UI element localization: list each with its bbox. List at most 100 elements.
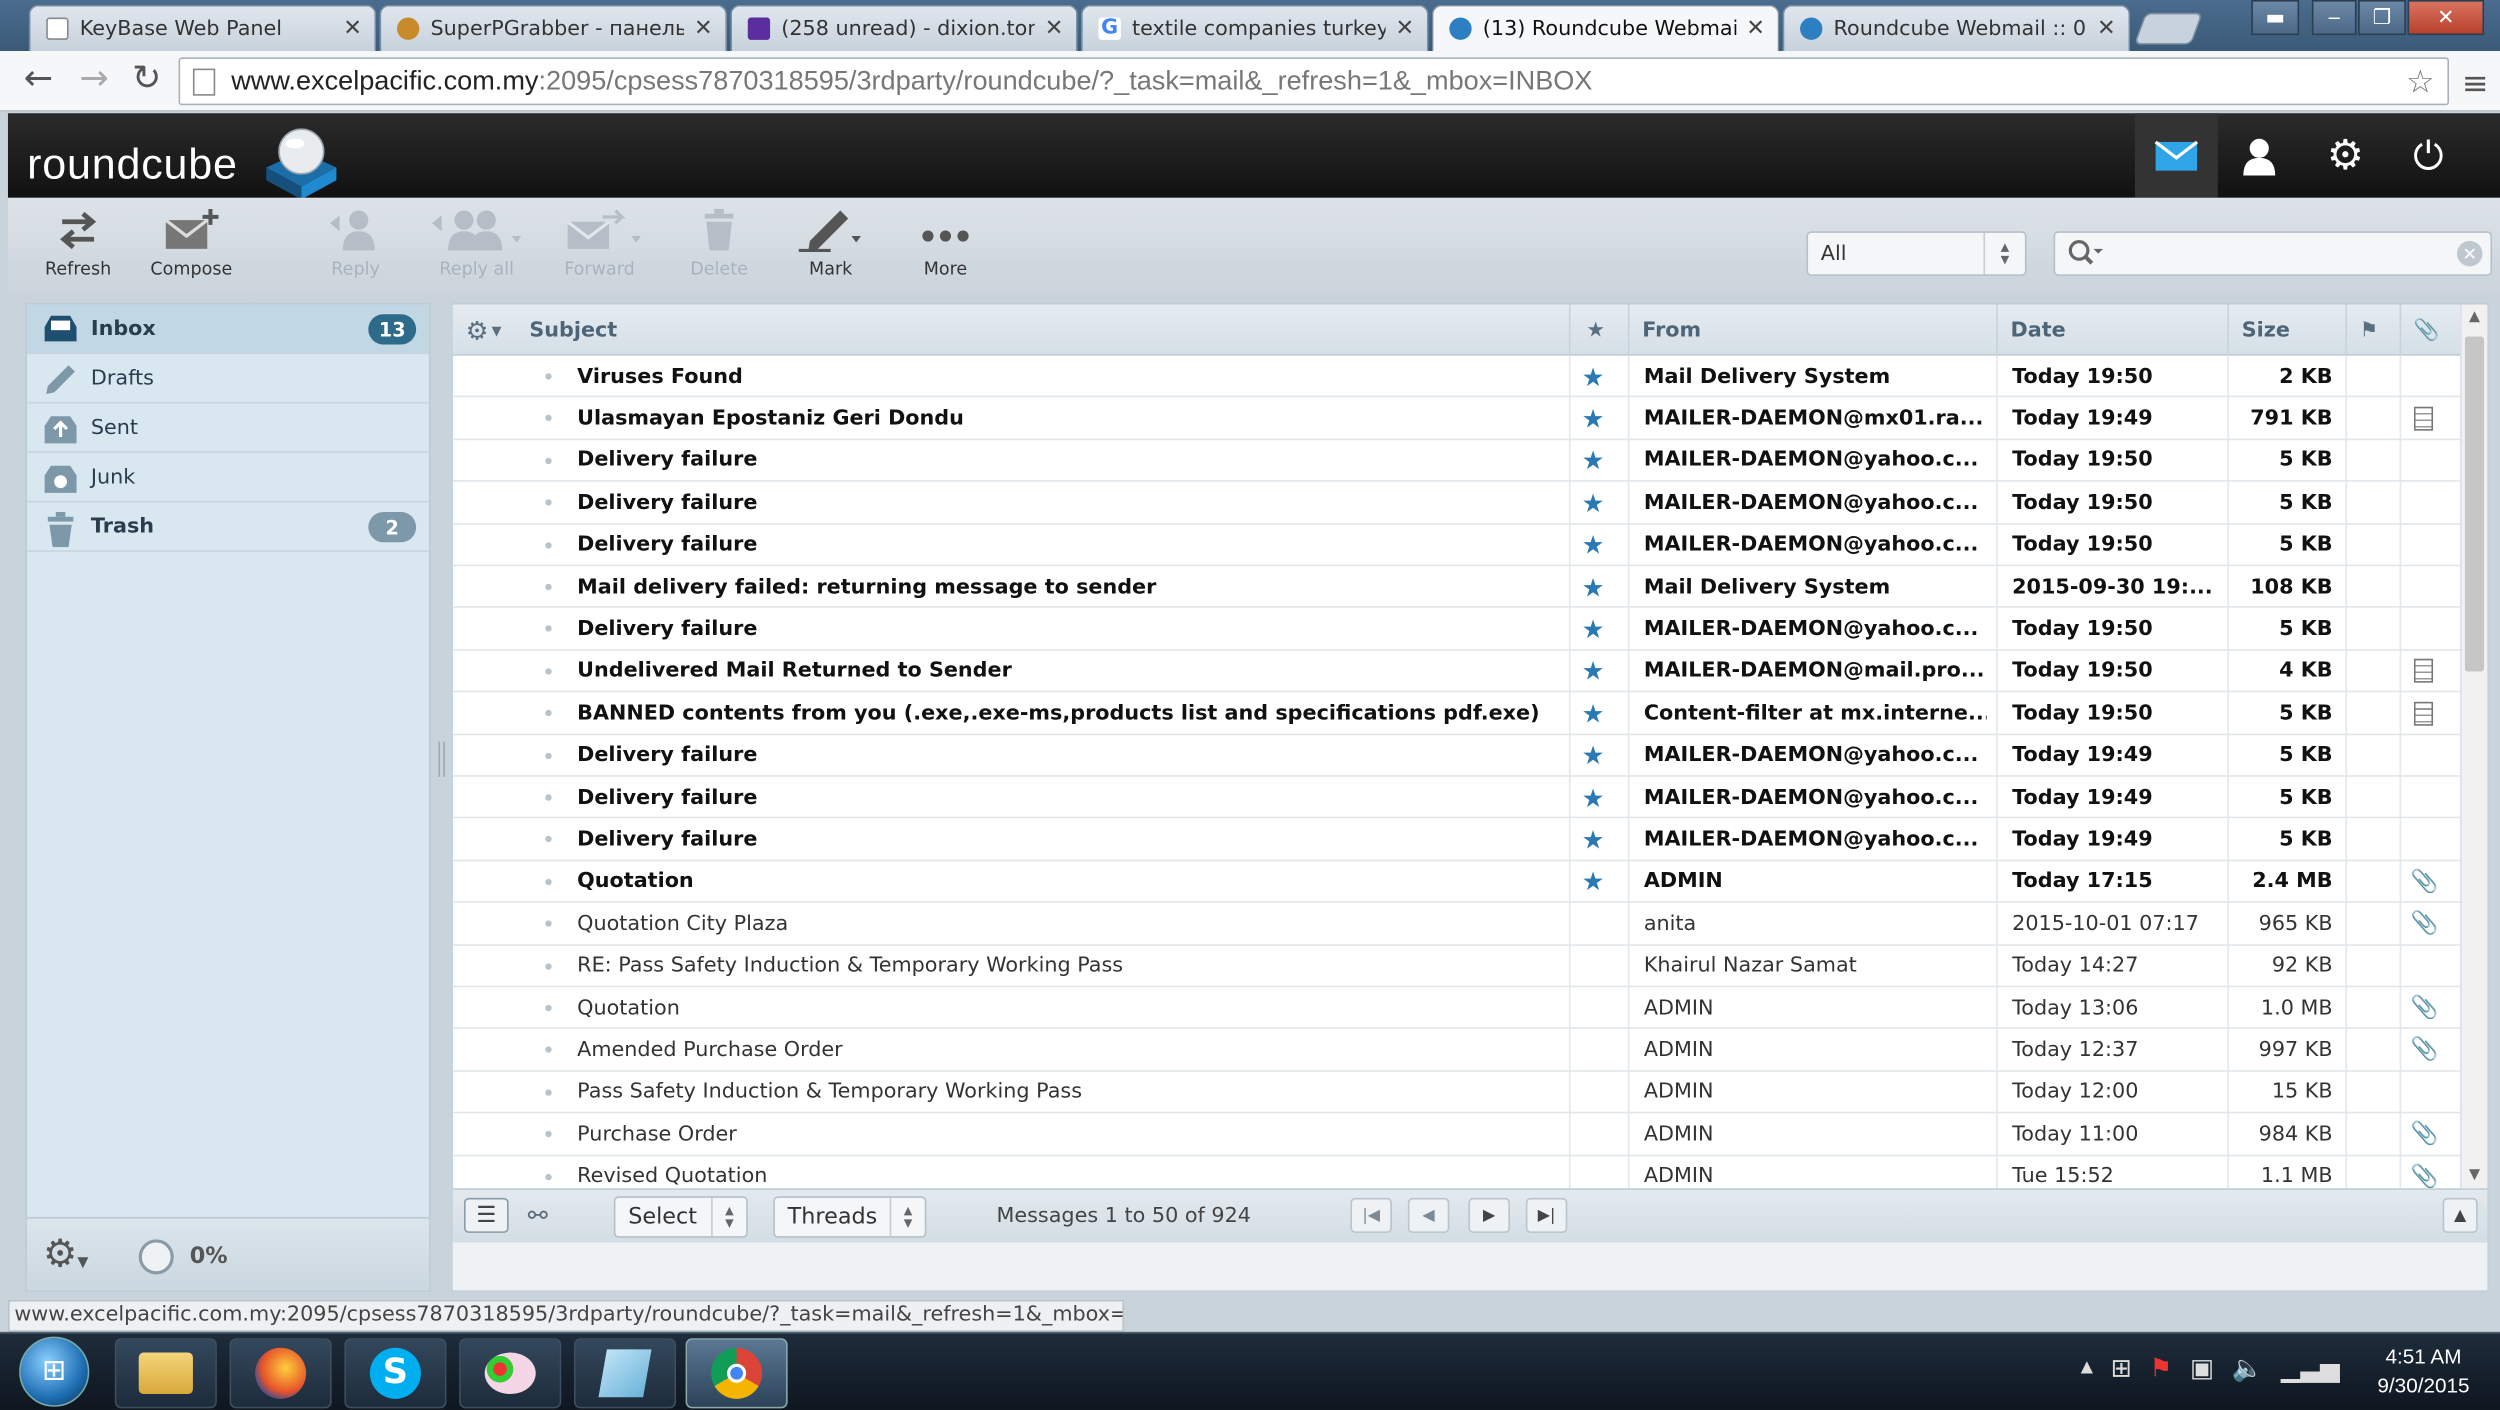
- previous-page-button[interactable]: ◀: [1407, 1197, 1450, 1233]
- message-row[interactable]: Delivery failure ★ MAILER-DAEMON@yahoo.c..…: [452, 735, 2462, 777]
- tab-close-icon[interactable]: ✕: [1045, 16, 1064, 42]
- browser-tab[interactable]: Roundcube Webmail :: 01 ✕: [1782, 4, 2131, 52]
- message-subject[interactable]: Quotation City Plaza: [577, 903, 1558, 944]
- message-row[interactable]: Undelivered Mail Returned to Sender ★ MAIL…: [452, 650, 2462, 693]
- threads-menu[interactable]: Threads ▲ ▼: [773, 1196, 927, 1238]
- tab-close-icon[interactable]: ✕: [694, 16, 713, 42]
- message-row[interactable]: RE: Pass Safety Induction & Temporary Wo…: [452, 945, 2462, 988]
- flagged-star-icon[interactable]: ★: [1582, 777, 1614, 818]
- message-row[interactable]: Quotation ADMIN Today 13:06 1.0 MB 📎: [452, 987, 2462, 1030]
- next-page-button[interactable]: ▶: [1468, 1197, 1510, 1233]
- scroll-down-icon[interactable]: ▼: [2462, 1163, 2488, 1189]
- column-flag[interactable]: ★: [1568, 304, 1628, 356]
- message-subject[interactable]: Undelivered Mail Returned to Sender: [577, 650, 1558, 691]
- column-date[interactable]: Date: [1996, 304, 2227, 356]
- pane-splitter[interactable]: [438, 741, 445, 777]
- search-icon[interactable]: [2068, 239, 2104, 268]
- message-row[interactable]: Delivery failure ★ MAILER-DAEMON@yahoo.c..…: [452, 440, 2462, 482]
- message-row[interactable]: Delivery failure ★ MAILER-DAEMON@yahoo.c..…: [452, 777, 2462, 819]
- tab-close-icon[interactable]: ✕: [1746, 16, 1765, 42]
- device-icon[interactable]: ▣: [2190, 1353, 2214, 1383]
- folder-drafts[interactable]: Drafts: [27, 354, 429, 404]
- message-row[interactable]: Delivery failure ★ MAILER-DAEMON@yahoo.c..…: [452, 819, 2462, 861]
- show-hidden-icons-icon[interactable]: ▲: [2081, 1359, 2093, 1377]
- user-icon[interactable]: ▬: [2251, 0, 2300, 36]
- nav-settings[interactable]: ⚙: [2304, 113, 2387, 198]
- back-icon[interactable]: ←: [16, 60, 61, 99]
- first-page-button[interactable]: |◀: [1350, 1197, 1392, 1233]
- message-subject[interactable]: Pass Safety Induction & Temporary Workin…: [577, 1072, 1558, 1113]
- message-row[interactable]: Delivery failure ★ MAILER-DAEMON@yahoo.c..…: [452, 482, 2462, 525]
- message-subject[interactable]: Delivery failure: [577, 777, 1558, 818]
- toggle-preview-button[interactable]: ▲: [2442, 1197, 2478, 1233]
- delete-button[interactable]: Delete: [666, 207, 771, 279]
- chrome-taskbar-button[interactable]: [685, 1338, 788, 1409]
- message-row[interactable]: Delivery failure ★ MAILER-DAEMON@yahoo.c..…: [452, 524, 2462, 567]
- flagged-star-icon[interactable]: ★: [1582, 735, 1614, 776]
- message-row[interactable]: BANNED contents from you (.exe,.exe-ms,p…: [452, 693, 2462, 735]
- message-subject[interactable]: Delivery failure: [577, 440, 1558, 481]
- message-subject[interactable]: Delivery failure: [577, 608, 1558, 649]
- reply-button[interactable]: Reply: [303, 207, 408, 279]
- last-page-button[interactable]: ▶|: [1525, 1197, 1568, 1233]
- message-subject[interactable]: RE: Pass Safety Induction & Temporary Wo…: [577, 945, 1558, 986]
- message-subject[interactable]: Purchase Order: [577, 1114, 1558, 1155]
- tab-close-icon[interactable]: ✕: [343, 16, 362, 42]
- message-row[interactable]: Revised Quotation ADMIN Tue 15:52 1.1 MB 📎: [453, 1156, 2462, 1188]
- filter-select[interactable]: All ▲ ▼: [1806, 231, 2027, 276]
- threads-toggle-icon[interactable]: ⚯: [528, 1201, 548, 1230]
- more-button[interactable]: More: [893, 207, 998, 279]
- message-subject[interactable]: Delivery failure: [577, 524, 1558, 565]
- message-subject[interactable]: Delivery failure: [577, 482, 1558, 523]
- message-subject[interactable]: Amended Purchase Order: [577, 1029, 1558, 1070]
- browser-tab[interactable]: G textile companies turkey ✕: [1081, 4, 1429, 52]
- flagged-star-icon[interactable]: ★: [1582, 356, 1614, 397]
- folder-options-gear-icon[interactable]: ⚙▼: [43, 1231, 88, 1276]
- search-input[interactable]: [2112, 239, 2448, 272]
- refresh-button[interactable]: Refresh: [26, 207, 131, 279]
- action-center-icon[interactable]: ⚑: [2149, 1353, 2172, 1383]
- message-subject[interactable]: Mail delivery failed: returning message …: [577, 566, 1558, 607]
- browser-tab[interactable]: SuperPGrabber - панель ✕: [379, 4, 728, 52]
- windows-flag-icon[interactable]: ⊞: [2111, 1353, 2132, 1383]
- message-row[interactable]: Delivery failure ★ MAILER-DAEMON@yahoo.c..…: [452, 608, 2462, 651]
- minimize-button[interactable]: ‒: [2311, 0, 2357, 36]
- new-tab-button[interactable]: [2133, 12, 2203, 45]
- maximize-button[interactable]: ❐: [2358, 0, 2406, 36]
- flagged-star-icon[interactable]: ★: [1582, 398, 1614, 439]
- list-view-icon[interactable]: ☰: [463, 1197, 509, 1233]
- flagged-star-icon[interactable]: ★: [1582, 608, 1614, 649]
- tab-close-icon[interactable]: ✕: [2097, 16, 2116, 42]
- search-box[interactable]: ✕: [2053, 231, 2493, 276]
- explorer-taskbar-button[interactable]: [114, 1338, 217, 1409]
- column-status[interactable]: ⚑: [2345, 304, 2399, 356]
- column-subject[interactable]: Subject: [517, 305, 1569, 356]
- message-row[interactable]: Quotation City Plaza anita 2015-10-01 07:1…: [452, 903, 2462, 946]
- column-attachment[interactable]: 📎: [2399, 304, 2462, 356]
- column-from[interactable]: From: [1627, 304, 1996, 356]
- column-size[interactable]: Size: [2227, 304, 2345, 356]
- paint-taskbar-button[interactable]: [459, 1338, 562, 1409]
- folder-junk[interactable]: Junk: [27, 453, 429, 503]
- folder-trash[interactable]: Trash 2: [27, 502, 429, 552]
- close-window-button[interactable]: ✕: [2407, 0, 2485, 36]
- message-subject[interactable]: Quotation: [577, 861, 1558, 902]
- flagged-star-icon[interactable]: ★: [1582, 650, 1614, 691]
- message-subject[interactable]: Viruses Found: [577, 356, 1558, 397]
- compose-button[interactable]: Compose: [139, 207, 244, 279]
- browser-tab[interactable]: (258 unread) - dixion.tony ✕: [730, 4, 1078, 52]
- message-row[interactable]: Viruses Found ★ Mail Delivery System Today …: [452, 356, 2462, 398]
- flagged-star-icon[interactable]: ★: [1582, 693, 1614, 734]
- notes-taskbar-button[interactable]: [573, 1338, 677, 1409]
- taskbar-clock[interactable]: 4:51 AM 9/30/2015: [2360, 1343, 2488, 1400]
- firefox-taskbar-button[interactable]: [229, 1338, 332, 1409]
- message-row[interactable]: Purchase Order ADMIN Today 11:00 984 KB 📎: [452, 1114, 2462, 1156]
- flagged-star-icon[interactable]: ★: [1582, 440, 1614, 481]
- volume-icon[interactable]: 🔈: [2231, 1353, 2263, 1383]
- flagged-star-icon[interactable]: ★: [1582, 861, 1614, 902]
- folder-inbox[interactable]: Inbox 13: [27, 304, 429, 355]
- browser-tab-active[interactable]: (13) Roundcube Webmail ✕: [1431, 4, 1780, 52]
- nav-logout[interactable]: ⏻: [2387, 113, 2470, 198]
- browser-tab[interactable]: KeyBase Web Panel ✕: [28, 4, 377, 52]
- skype-taskbar-button[interactable]: S: [344, 1338, 447, 1409]
